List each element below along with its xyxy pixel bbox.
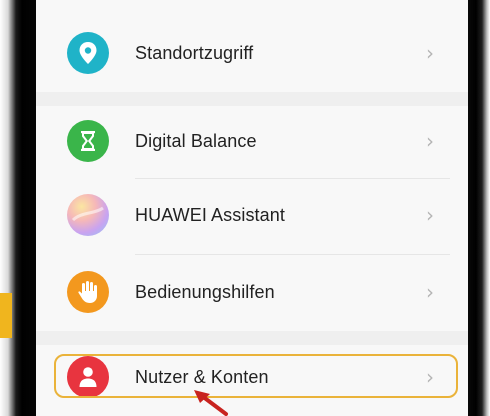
menu-item-huawei-assistant[interactable]: HUAWEI Assistant ›: [36, 176, 468, 254]
chevron-right-icon: ›: [426, 365, 434, 389]
hand-icon: [67, 271, 109, 313]
chevron-right-icon: ›: [426, 129, 434, 153]
menu-item-label: Nutzer & Konten: [135, 366, 269, 387]
menu-item-label: Standortzugriff: [135, 42, 254, 63]
chevron-right-icon: ›: [426, 280, 434, 304]
menu-item-nutzer-konten[interactable]: Nutzer & Konten ›: [36, 338, 468, 416]
side-tab-marker: [0, 293, 12, 338]
phone-frame-left: [0, 0, 36, 416]
menu-item-bedienungshilfen[interactable]: Bedienungshilfen ›: [36, 253, 468, 331]
chevron-right-icon: ›: [426, 203, 434, 227]
menu-item-digital-balance[interactable]: Digital Balance ›: [36, 102, 468, 180]
assistant-gradient-icon: [67, 194, 109, 236]
menu-item-label: HUAWEI Assistant: [135, 204, 285, 225]
menu-item-label: Bedienungshilfen: [135, 281, 275, 302]
chevron-right-icon: ›: [426, 41, 434, 65]
hourglass-icon: [67, 120, 109, 162]
screenshot-stage: Standortzugriff › Digital Balance › HUAW…: [0, 0, 490, 416]
pointer-arrow-icon: [194, 390, 228, 416]
location-pin-icon: [67, 32, 109, 74]
settings-screen: Standortzugriff › Digital Balance › HUAW…: [36, 0, 468, 416]
menu-item-label: Digital Balance: [135, 130, 257, 151]
menu-item-standortzugriff[interactable]: Standortzugriff ›: [36, 14, 468, 92]
user-icon: [67, 356, 109, 398]
phone-frame-right: [468, 0, 490, 416]
